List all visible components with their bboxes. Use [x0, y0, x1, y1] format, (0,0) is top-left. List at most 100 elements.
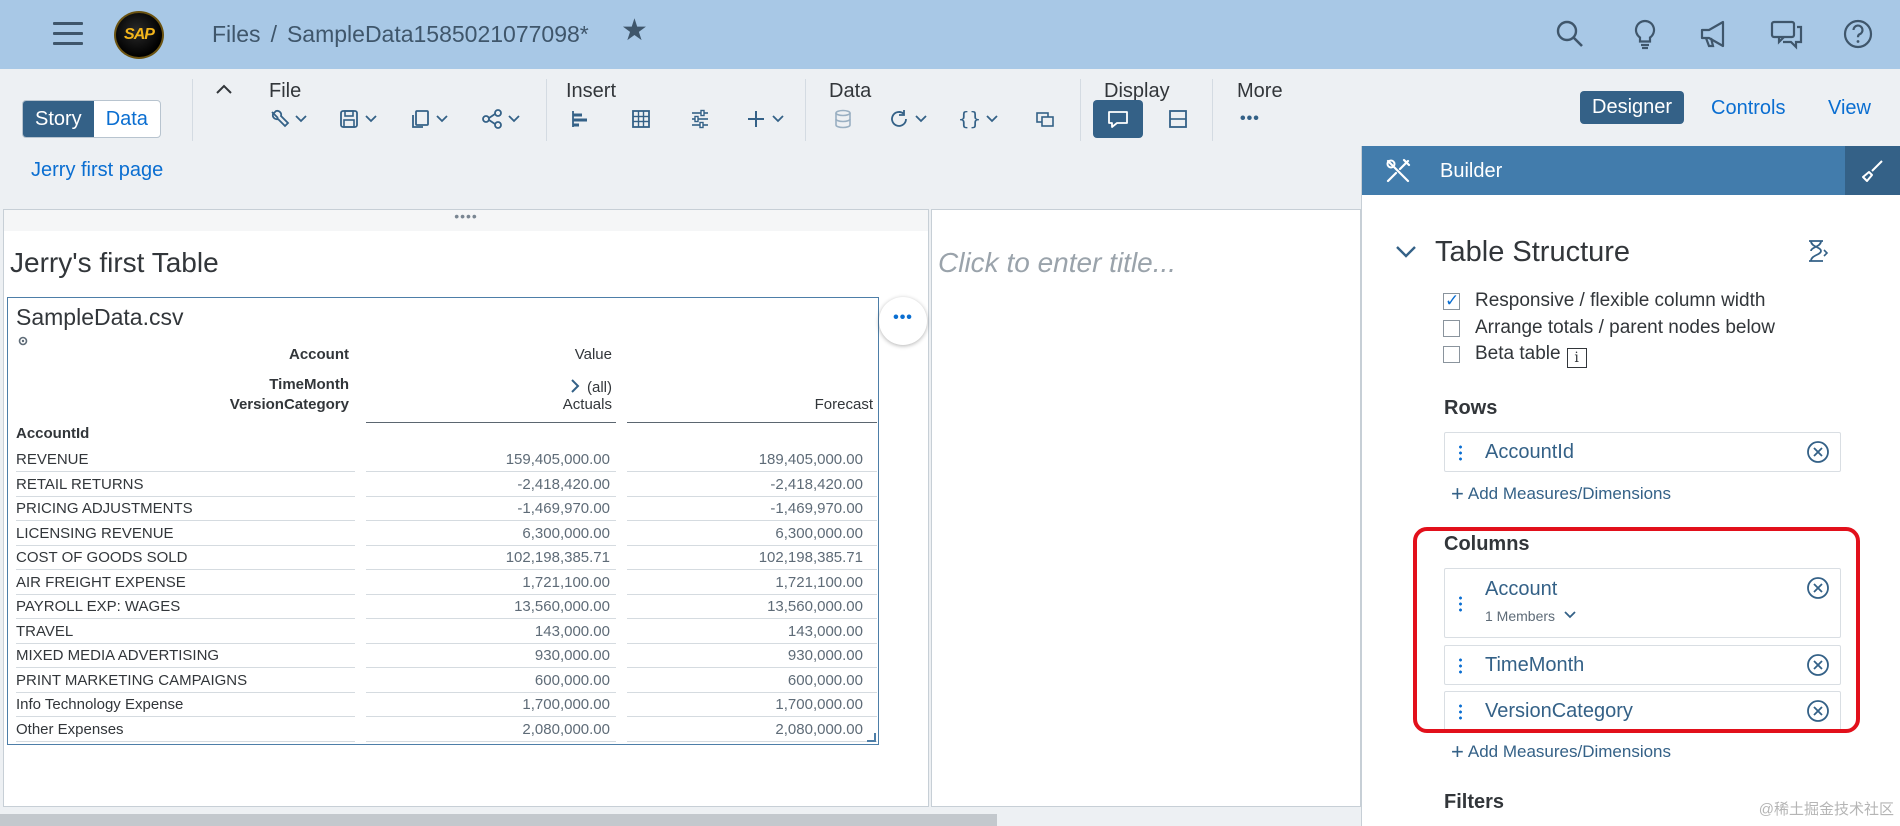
- chevron-down-icon: [295, 115, 307, 123]
- chevron-up-icon[interactable]: [214, 82, 234, 96]
- insert-table-button[interactable]: [630, 106, 652, 132]
- drag-handle-icon[interactable]: ••••: [4, 209, 928, 231]
- remove-circle-icon[interactable]: [1806, 440, 1830, 464]
- hourglass-sort-icon[interactable]: [1804, 238, 1830, 264]
- option-label: Responsive / flexible column width: [1475, 290, 1766, 311]
- breadcrumb-separator: /: [270, 21, 277, 47]
- refresh-menu-button[interactable]: [888, 106, 928, 132]
- styling-tab[interactable]: [1845, 146, 1900, 195]
- row-label: RETAIL RETURNS: [16, 475, 144, 493]
- horizontal-scrollbar[interactable]: [0, 814, 997, 826]
- search-icon[interactable]: [1552, 16, 1588, 52]
- beta-table-checkbox[interactable]: Beta table i: [1443, 343, 1587, 368]
- table-row[interactable]: TRAVEL 143,000.00 143,000.00: [16, 620, 877, 644]
- sap-logo[interactable]: SAP: [114, 11, 164, 59]
- favorite-star-icon[interactable]: ★: [621, 16, 648, 46]
- table-row[interactable]: PAYROLL EXP: WAGES 13,560,000.00 13,560,00…: [16, 595, 877, 619]
- breadcrumb-files[interactable]: Files: [212, 21, 261, 47]
- table-row[interactable]: REVENUE 159,405,000.00 189,405,000.00: [16, 448, 877, 472]
- layout-button[interactable]: [1167, 106, 1189, 132]
- header-all[interactable]: (all): [360, 378, 612, 396]
- filters-heading: Filters: [1444, 791, 1505, 813]
- chevron-down-icon: [365, 115, 377, 123]
- lightbulb-icon[interactable]: [1627, 16, 1663, 52]
- table-row[interactable]: AIR FREIGHT EXPENSE 1,721,100.00 1,721,100…: [16, 571, 877, 595]
- table-widget[interactable]: SampleData.csv Account Value TimeMonth (…: [7, 297, 879, 745]
- toolbar-divider: [546, 79, 547, 141]
- table-title[interactable]: Jerry's first Table: [10, 247, 219, 279]
- table-row[interactable]: Other Expenses 2,080,000.00 2,080,000.00: [16, 718, 877, 742]
- forecast-cell: 143,000.00: [787, 622, 863, 640]
- table-row[interactable]: PRICING ADJUSTMENTS -1,469,970.00 -1,469,9…: [16, 497, 877, 521]
- copy-menu-button[interactable]: [409, 106, 449, 132]
- table-more-button[interactable]: •••: [879, 297, 927, 345]
- layout-icon: [1169, 110, 1187, 128]
- logo-text: SAP: [124, 26, 155, 43]
- breadcrumb: Files / SampleData1585021077098*: [212, 21, 589, 48]
- checkbox-unchecked[interactable]: [1443, 346, 1460, 363]
- builder-title: Builder: [1440, 160, 1503, 182]
- announcement-icon[interactable]: [1697, 16, 1733, 52]
- option-label: Arrange totals / parent nodes below: [1475, 317, 1775, 338]
- tab-designer[interactable]: Designer: [1580, 91, 1685, 124]
- chevron-down-icon: [915, 115, 927, 123]
- share-icon: [482, 109, 502, 129]
- actuals-cell: 1,700,000.00: [522, 696, 610, 713]
- insert-input-control-button[interactable]: [689, 106, 711, 132]
- plus-icon: +: [1451, 481, 1464, 506]
- info-icon[interactable]: i: [1566, 348, 1587, 368]
- chevron-down-icon: [508, 115, 520, 123]
- table-icon: [632, 110, 650, 128]
- arrange-totals-checkbox[interactable]: Arrange totals / parent nodes below: [1443, 317, 1775, 339]
- table-row[interactable]: RETAIL RETURNS -2,418,420.00 -2,418,420.00: [16, 473, 877, 497]
- actuals-cell: 159,405,000.00: [505, 451, 610, 468]
- menu-icon[interactable]: [53, 22, 83, 46]
- actuals-cell: 13,560,000.00: [514, 598, 610, 615]
- row-dimension-header: AccountId: [16, 425, 90, 442]
- linked-analysis-button[interactable]: [1034, 106, 1056, 132]
- checkbox-checked[interactable]: [1443, 291, 1460, 311]
- comment-mode-button[interactable]: [1093, 100, 1143, 138]
- more-overflow-button[interactable]: •••: [1240, 106, 1260, 132]
- formula-menu-button[interactable]: {}: [958, 106, 999, 132]
- insert-add-button[interactable]: [745, 106, 785, 132]
- chevron-down-icon: [772, 115, 784, 123]
- page-tab[interactable]: Jerry first page: [31, 159, 163, 182]
- edit-menu-button[interactable]: [268, 106, 308, 132]
- story-mode-button[interactable]: Story: [23, 101, 94, 137]
- table-tile[interactable]: •••• Jerry's first Table SampleData.csv …: [3, 209, 929, 807]
- chat-icon[interactable]: [1769, 16, 1805, 52]
- table-row[interactable]: COST OF GOODS SOLD 102,198,385.71 102,198,…: [16, 546, 877, 570]
- plus-icon: [748, 111, 764, 127]
- row-dimension-token[interactable]: AccountId: [1444, 432, 1841, 472]
- table-row[interactable]: Info Technology Expense 1,700,000.00 1,700…: [16, 693, 877, 717]
- tab-view[interactable]: View: [1828, 97, 1871, 120]
- table-structure-section[interactable]: Table Structure: [1396, 236, 1630, 269]
- save-menu-button[interactable]: [338, 106, 378, 132]
- share-menu-button[interactable]: [481, 106, 521, 132]
- table-row[interactable]: MIXED MEDIA ADVERTISING 930,000.00 930,000…: [16, 644, 877, 668]
- forecast-cell: 930,000.00: [787, 647, 863, 664]
- table-row[interactable]: PRINT MARKETING CAMPAIGNS 600,000.00 600,0…: [16, 669, 877, 693]
- add-row-dimension-link[interactable]: + Add Measures/Dimensions: [1451, 481, 1671, 507]
- title-placeholder[interactable]: Click to enter title...: [938, 247, 1176, 279]
- actuals-cell: 102,198,385.71: [505, 549, 610, 566]
- add-column-dimension-link[interactable]: + Add Measures/Dimensions: [1451, 739, 1671, 765]
- tab-controls[interactable]: Controls: [1711, 97, 1785, 120]
- table-row[interactable]: LICENSING REVENUE 6,300,000.00 6,300,000.0…: [16, 522, 877, 546]
- data-source-button[interactable]: [832, 106, 856, 132]
- help-icon[interactable]: [1840, 16, 1876, 52]
- checkbox-unchecked[interactable]: [1443, 320, 1460, 337]
- drag-grip-icon[interactable]: [1459, 444, 1462, 461]
- responsive-checkbox[interactable]: Responsive / flexible column width: [1443, 290, 1765, 312]
- row-label: REVENUE: [16, 451, 89, 468]
- highlight-annotation: [1413, 527, 1860, 733]
- data-mode-button[interactable]: Data: [94, 101, 160, 137]
- resize-handle[interactable]: [867, 733, 876, 742]
- add-label: Add Measures/Dimensions: [1467, 484, 1672, 503]
- row-label: PRICING ADJUSTMENTS: [16, 500, 193, 517]
- empty-tile[interactable]: Click to enter title...: [931, 209, 1361, 807]
- insert-chart-button[interactable]: [569, 106, 591, 132]
- linked-windows-icon: [1036, 112, 1054, 127]
- header-all-label: (all): [587, 379, 612, 396]
